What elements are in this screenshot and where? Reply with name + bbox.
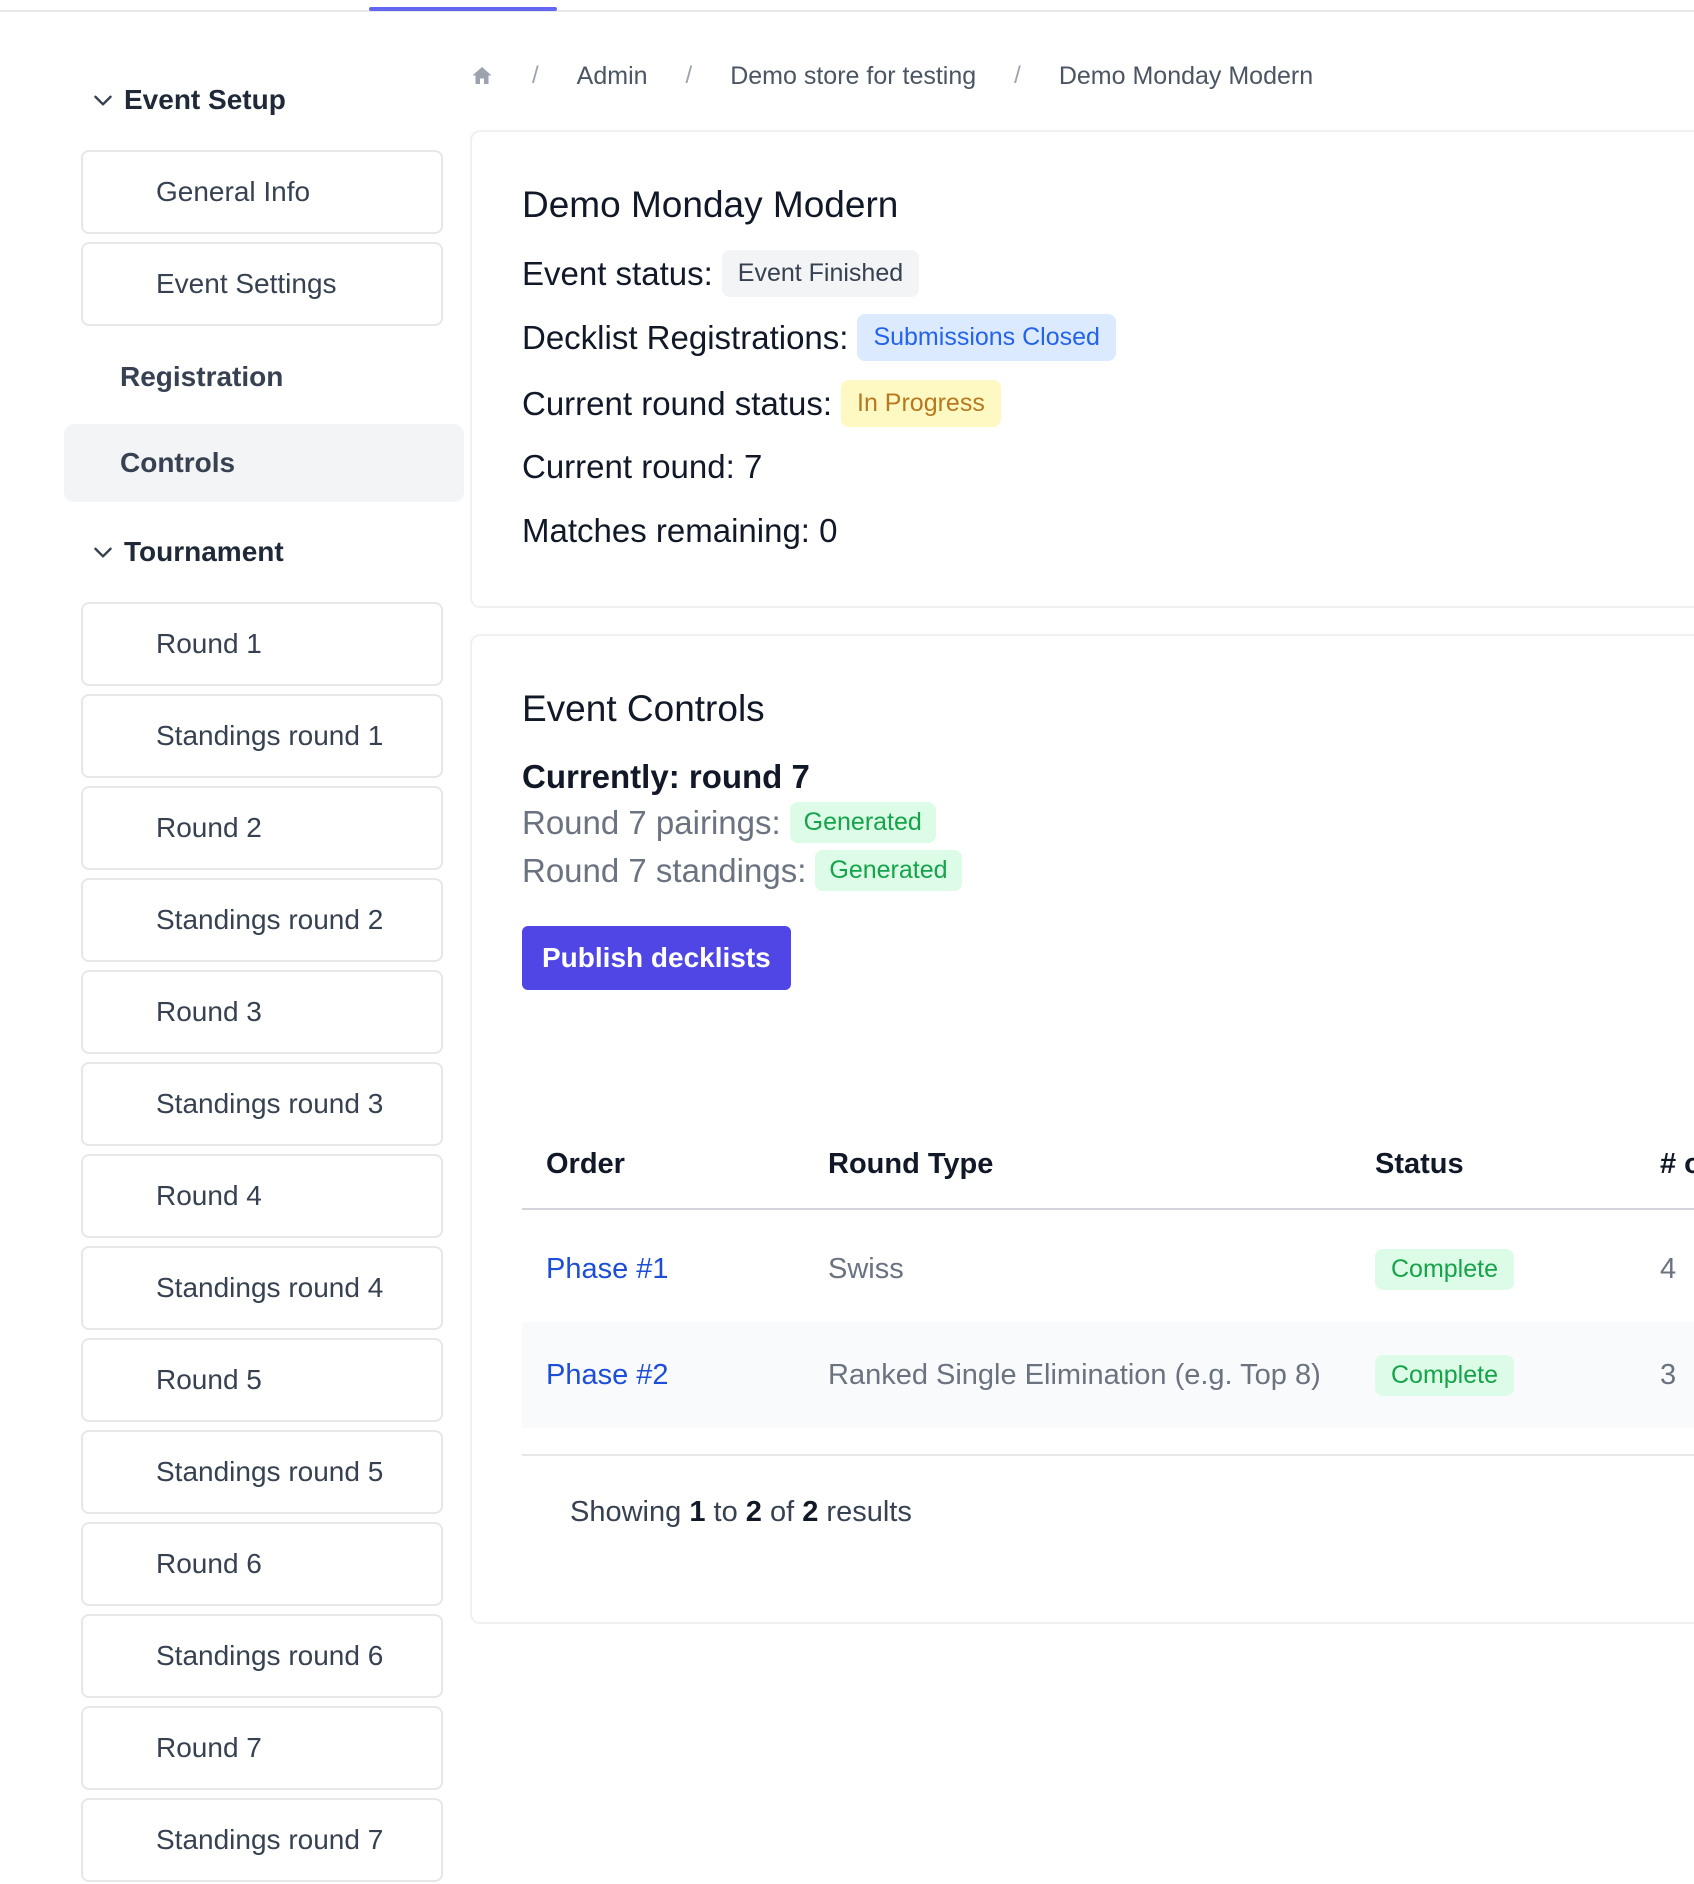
status-cell: Complete bbox=[1375, 1216, 1514, 1322]
chevron-down-icon bbox=[94, 547, 112, 558]
sidebar-section-event-setup[interactable]: Event Setup bbox=[90, 76, 286, 124]
sidebar-item-event-settings[interactable]: Event Settings bbox=[81, 242, 443, 326]
breadcrumb-separator: / bbox=[1014, 62, 1021, 89]
table-header: Order Round Type Status # o bbox=[522, 1126, 1694, 1202]
sidebar-section-label: Tournament bbox=[124, 536, 284, 567]
sidebar-item-round-7[interactable]: Round 7 bbox=[81, 1706, 443, 1790]
pairings-line: Round 7 pairings: Generated bbox=[522, 802, 936, 843]
decklist-status-line: Decklist Registrations: Submissions Clos… bbox=[522, 314, 1116, 361]
count-cell: 3 bbox=[1660, 1358, 1677, 1391]
event-status-badge: Event Finished bbox=[721, 250, 920, 297]
event-status-label: Event status: bbox=[522, 254, 713, 292]
event-overview-card: Demo Monday Modern Event status: Event F… bbox=[470, 130, 1694, 608]
sidebar-item-round-3[interactable]: Round 3 bbox=[81, 970, 443, 1054]
sidebar-item-registration[interactable]: Registration bbox=[64, 338, 464, 416]
sidebar-item-controls[interactable]: Controls bbox=[64, 424, 464, 502]
sidebar-item-round-1[interactable]: Round 1 bbox=[81, 602, 443, 686]
table-row: Phase #2 Ranked Single Elimination (e.g.… bbox=[522, 1322, 1694, 1428]
publish-decklists-button[interactable]: Publish decklists bbox=[522, 926, 791, 990]
phase-link[interactable]: Phase #1 bbox=[546, 1216, 669, 1322]
table-row: Phase #1 Swiss Complete 4 bbox=[522, 1216, 1694, 1322]
decklist-status-badge: Submissions Closed bbox=[857, 314, 1116, 361]
sidebar-section-label: Event Setup bbox=[124, 84, 286, 115]
pairings-label: Round 7 pairings: bbox=[522, 803, 781, 841]
current-round: Current round: 7 bbox=[522, 448, 763, 485]
sidebar-section-tournament[interactable]: Tournament bbox=[90, 528, 284, 576]
active-tab-indicator bbox=[369, 7, 557, 11]
top-border bbox=[0, 10, 1694, 12]
standings-label: Round 7 standings: bbox=[522, 851, 807, 889]
column-header-count[interactable]: # o bbox=[1660, 1126, 1694, 1202]
status-badge: Complete bbox=[1375, 1354, 1514, 1396]
sidebar-item-general-info[interactable]: General Info bbox=[81, 150, 443, 234]
breadcrumb: / Admin / Demo store for testing / Demo … bbox=[470, 56, 1313, 96]
sidebar-item-standings-round-4[interactable]: Standings round 4 bbox=[81, 1246, 443, 1330]
round-type-cell: Ranked Single Elimination (e.g. Top 8) bbox=[828, 1358, 1321, 1391]
sidebar-item-standings-round-3[interactable]: Standings round 3 bbox=[81, 1062, 443, 1146]
sidebar-item-round-6[interactable]: Round 6 bbox=[81, 1522, 443, 1606]
breadcrumb-separator: / bbox=[685, 62, 693, 89]
column-header-status[interactable]: Status bbox=[1375, 1126, 1464, 1202]
phase-link[interactable]: Phase #2 bbox=[546, 1322, 669, 1428]
table-header-divider bbox=[522, 1208, 1694, 1210]
event-controls-card: Event Controls Currently: round 7 Round … bbox=[470, 634, 1694, 1624]
round-status-label: Current round status: bbox=[522, 384, 832, 422]
breadcrumb-store[interactable]: Demo store for testing bbox=[730, 62, 976, 91]
sidebar-item-round-2[interactable]: Round 2 bbox=[81, 786, 443, 870]
pagination-summary: Showing 1 to 2 of 2 results bbox=[570, 1496, 912, 1528]
home-icon[interactable] bbox=[470, 64, 494, 88]
sidebar-item-standings-round-5[interactable]: Standings round 5 bbox=[81, 1430, 443, 1514]
round-type-cell: Swiss bbox=[828, 1252, 904, 1285]
sidebar-item-standings-round-2[interactable]: Standings round 2 bbox=[81, 878, 443, 962]
round-status-badge: In Progress bbox=[841, 380, 1001, 427]
standings-status-badge: Generated bbox=[815, 850, 962, 891]
currently-round: Currently: round 7 bbox=[522, 758, 810, 795]
column-header-order[interactable]: Order bbox=[546, 1126, 625, 1202]
event-controls-title: Event Controls bbox=[522, 688, 765, 729]
event-status-line: Event status: Event Finished bbox=[522, 250, 920, 297]
column-header-round-type[interactable]: Round Type bbox=[828, 1126, 993, 1202]
event-title: Demo Monday Modern bbox=[522, 184, 899, 225]
status-cell: Complete bbox=[1375, 1322, 1514, 1428]
decklist-status-label: Decklist Registrations: bbox=[522, 318, 849, 356]
status-badge: Complete bbox=[1375, 1248, 1514, 1290]
breadcrumb-event[interactable]: Demo Monday Modern bbox=[1059, 62, 1313, 91]
sidebar-item-standings-round-6[interactable]: Standings round 6 bbox=[81, 1614, 443, 1698]
sidebar-item-standings-round-7[interactable]: Standings round 7 bbox=[81, 1798, 443, 1882]
pairings-status-badge: Generated bbox=[789, 802, 936, 843]
chevron-down-icon bbox=[94, 95, 112, 106]
table-footer-divider bbox=[522, 1454, 1694, 1456]
sidebar-item-round-4[interactable]: Round 4 bbox=[81, 1154, 443, 1238]
breadcrumb-separator: / bbox=[532, 62, 539, 89]
matches-remaining: Matches remaining: 0 bbox=[522, 512, 838, 549]
count-cell: 4 bbox=[1660, 1252, 1677, 1285]
sidebar-item-round-5[interactable]: Round 5 bbox=[81, 1338, 443, 1422]
round-status-line: Current round status: In Progress bbox=[522, 380, 1001, 427]
breadcrumb-admin[interactable]: Admin bbox=[577, 62, 648, 91]
standings-line: Round 7 standings: Generated bbox=[522, 850, 962, 891]
sidebar-item-standings-round-1[interactable]: Standings round 1 bbox=[81, 694, 443, 778]
